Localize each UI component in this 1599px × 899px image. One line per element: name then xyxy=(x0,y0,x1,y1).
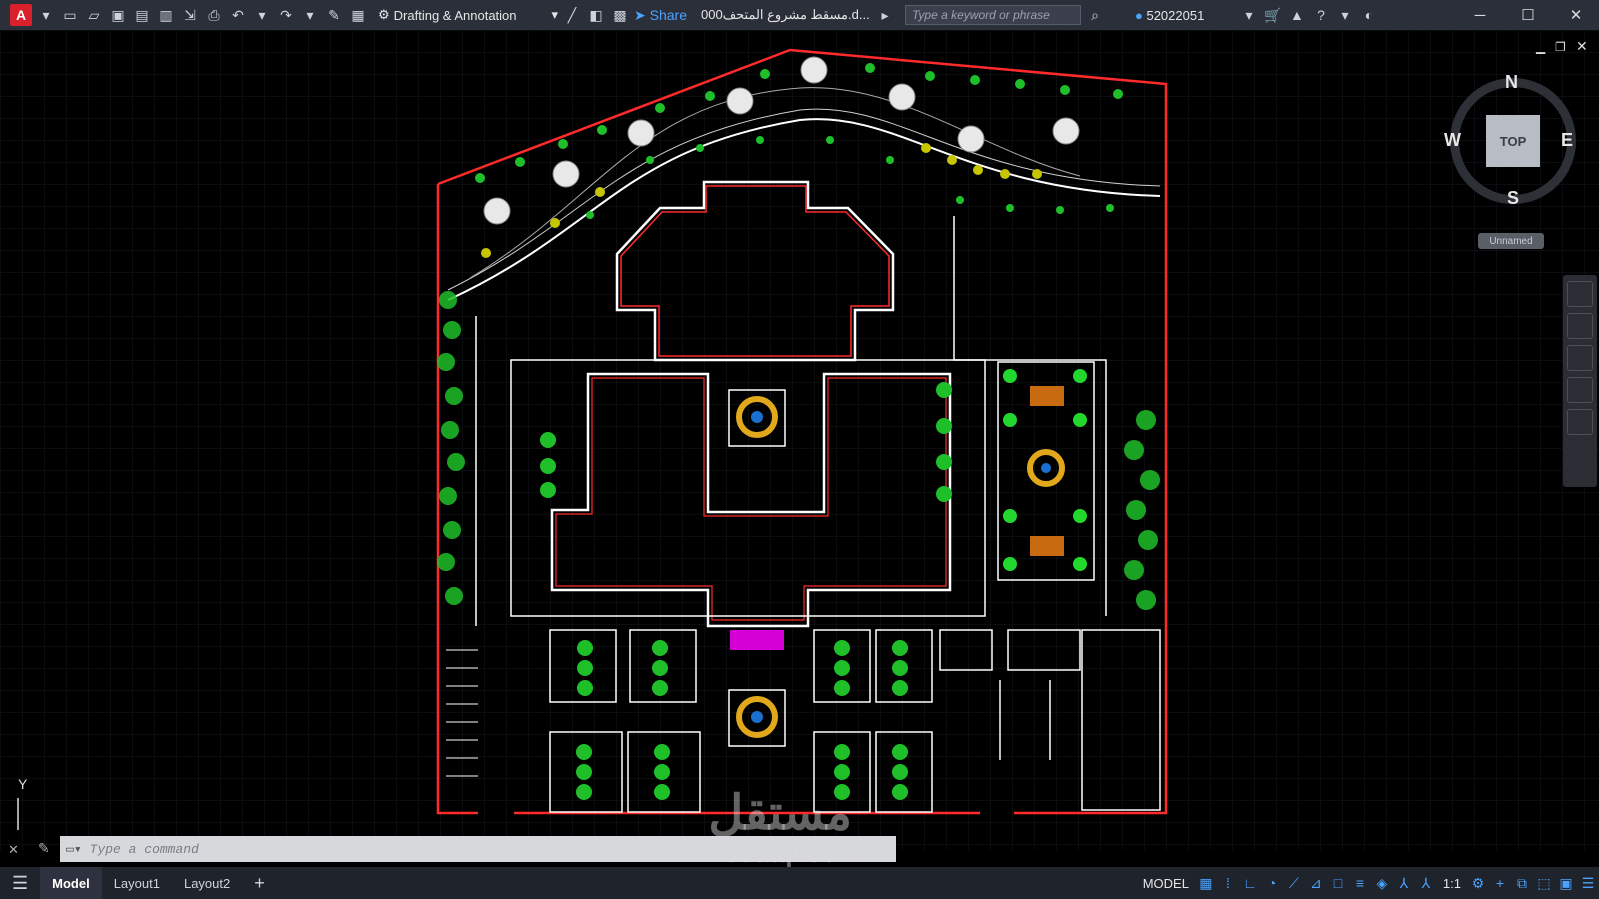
tab-model[interactable]: Model xyxy=(40,867,102,899)
site-plan-drawing xyxy=(17,48,1168,830)
object-snap-icon[interactable]: □ xyxy=(1327,872,1349,894)
curved-walkway-inner xyxy=(447,108,1161,291)
tab-layout2[interactable]: Layout2 xyxy=(172,867,242,899)
viewcube-south[interactable]: S xyxy=(1507,188,1519,209)
annotation-scale[interactable]: 1:1 xyxy=(1443,876,1461,891)
viewcube-north[interactable]: N xyxy=(1505,72,1518,93)
entrance-steps xyxy=(730,630,784,650)
polar-icon[interactable]: ◔ xyxy=(1261,872,1283,894)
showmotion-icon[interactable] xyxy=(1567,409,1593,435)
navigation-bar xyxy=(1563,275,1597,487)
hamburger-menu-icon[interactable]: ☰ xyxy=(0,867,40,899)
viewcube-west[interactable]: W xyxy=(1444,130,1461,151)
watermark-arabic: مستقل xyxy=(708,787,853,840)
museum-main-body xyxy=(550,372,952,628)
watermark: مستقل mostaql.com xyxy=(700,790,860,869)
tab-layout1[interactable]: Layout1 xyxy=(102,867,172,899)
orbit-icon[interactable] xyxy=(1567,377,1593,403)
auto-scale-icon[interactable]: ⅄ xyxy=(1415,872,1437,894)
snap-icon[interactable]: ⁞ xyxy=(1217,872,1239,894)
workspace-switch-gear-icon[interactable]: ⚙ xyxy=(1467,872,1489,894)
units-icon[interactable]: ⧉ xyxy=(1511,872,1533,894)
north-round-planters xyxy=(483,56,1080,225)
add-layout-icon[interactable]: + xyxy=(242,867,277,899)
parking-stalls-west xyxy=(446,649,478,777)
command-history-icon[interactable]: ▭▾ xyxy=(66,842,82,857)
object-snap-tracking-icon[interactable]: ⊿ xyxy=(1305,872,1327,894)
grid-icon[interactable]: ▦ xyxy=(1195,872,1217,894)
parking-area-east xyxy=(939,629,1161,811)
curved-walkway-outer xyxy=(447,118,1161,301)
isodraft-icon[interactable]: ⟋ xyxy=(1283,872,1305,894)
east-pergola-north xyxy=(1030,386,1064,406)
clean-screen-icon[interactable]: ▣ xyxy=(1555,872,1577,894)
zoom-extents-icon[interactable] xyxy=(1567,345,1593,371)
ucs-y-label: Y xyxy=(18,776,28,792)
annotation-monitor-icon[interactable]: + xyxy=(1489,872,1511,894)
transparency-icon[interactable]: ◈ xyxy=(1371,872,1393,894)
watermark-latin: mostaql.com xyxy=(700,838,861,868)
museum-main-body-red xyxy=(555,377,947,621)
west-tree-belt xyxy=(437,291,465,605)
pan-icon[interactable] xyxy=(1567,313,1593,339)
status-bar: ☰ Model Layout1 Layout2 + MODEL ▦ ⁞ ∟ ◔ … xyxy=(0,867,1599,899)
steering-wheel-icon[interactable] xyxy=(1567,281,1593,307)
museum-building-north-red xyxy=(620,185,890,357)
ucs-dropdown[interactable]: Unnamed xyxy=(1478,233,1544,249)
lineweight-icon[interactable]: ≡ xyxy=(1349,872,1371,894)
command-close-icon[interactable]: ✕ xyxy=(8,842,19,858)
annotation-visibility-icon[interactable]: ⅄ xyxy=(1393,872,1415,894)
customization-menu-icon[interactable]: ☰ xyxy=(1577,872,1599,894)
viewcube-east[interactable]: E xyxy=(1561,130,1573,151)
quick-properties-icon[interactable]: ⬚ xyxy=(1533,872,1555,894)
north-tree-row xyxy=(475,63,1123,219)
site-boundary xyxy=(437,48,1168,815)
east-pergola-south xyxy=(1030,536,1064,556)
command-customize-icon[interactable]: ✎ xyxy=(38,840,50,857)
model-space-toggle[interactable]: MODEL xyxy=(1143,876,1189,891)
command-placeholder: Type a command xyxy=(89,841,199,857)
ortho-icon[interactable]: ∟ xyxy=(1239,872,1261,894)
east-tree-belt xyxy=(1124,410,1160,610)
viewcube-top-face[interactable]: TOP xyxy=(1486,115,1540,167)
